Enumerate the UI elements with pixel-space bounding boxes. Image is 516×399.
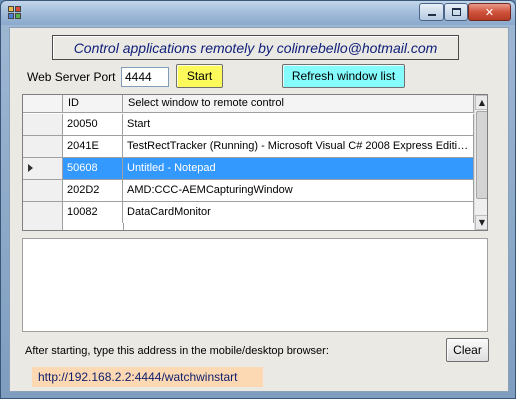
cell-window-title[interactable]: AMD:CCC-AEMCapturingWindow bbox=[123, 180, 474, 201]
address-hint-label: After starting, type this address in the… bbox=[25, 345, 329, 357]
port-label: Web Server Port bbox=[27, 70, 116, 84]
maximize-button[interactable] bbox=[444, 3, 468, 21]
log-textbox[interactable] bbox=[22, 238, 488, 332]
start-button[interactable]: Start bbox=[176, 64, 223, 88]
arrow-down-icon: ▼ bbox=[478, 218, 486, 227]
close-button[interactable]: ✕ bbox=[468, 3, 511, 21]
table-row-partial[interactable] bbox=[23, 223, 474, 230]
main-window: ✕ Control applications remotely by colin… bbox=[0, 0, 516, 399]
blurred-background-menu bbox=[37, 7, 397, 21]
vertical-scrollbar[interactable]: ▲ ▼ bbox=[474, 95, 487, 230]
table-row[interactable]: 202D2 AMD:CCC-AEMCapturingWindow bbox=[23, 180, 474, 202]
clear-button[interactable]: Clear bbox=[446, 338, 489, 362]
column-header-window[interactable]: Select window to remote control bbox=[123, 95, 474, 113]
arrow-up-icon: ▲ bbox=[478, 98, 486, 107]
window-list-grid[interactable]: ID Select window to remote control 20050… bbox=[22, 94, 488, 231]
cell-id[interactable]: 10082 bbox=[63, 202, 123, 223]
row-header-corner bbox=[23, 95, 63, 113]
minimize-button[interactable] bbox=[419, 3, 444, 21]
cell-window-title[interactable]: Untitled - Notepad bbox=[123, 158, 474, 179]
column-header-id[interactable]: ID bbox=[63, 95, 123, 113]
cell-window-title[interactable]: Start bbox=[123, 114, 474, 135]
maximize-icon bbox=[451, 8, 461, 16]
client-area: Control applications remotely by colinre… bbox=[9, 27, 509, 392]
server-url-label: http://192.168.2.2:4444/watchwinstart bbox=[32, 367, 263, 387]
cell-id[interactable]: 50608 bbox=[63, 158, 123, 179]
port-input[interactable]: 4444 bbox=[121, 67, 169, 87]
cell-window-title[interactable]: DataCardMonitor bbox=[123, 202, 474, 223]
grid-header: ID Select window to remote control bbox=[23, 95, 474, 113]
title-bar[interactable]: ✕ bbox=[1, 1, 515, 25]
scroll-down-button[interactable]: ▼ bbox=[475, 215, 487, 230]
scroll-up-button[interactable]: ▲ bbox=[475, 95, 487, 110]
row-header[interactable] bbox=[23, 158, 63, 179]
row-header[interactable] bbox=[23, 136, 63, 157]
app-icon bbox=[8, 6, 22, 20]
cell-id[interactable]: 202D2 bbox=[63, 180, 123, 201]
row-header[interactable] bbox=[23, 202, 63, 223]
table-row[interactable]: 20050 Start bbox=[23, 114, 474, 136]
banner-title: Control applications remotely by colinre… bbox=[52, 35, 459, 60]
cell-window-title[interactable]: TestRectTracker (Running) - Microsoft Vi… bbox=[123, 136, 474, 157]
refresh-window-list-button[interactable]: Refresh window list bbox=[282, 64, 405, 88]
close-icon: ✕ bbox=[484, 5, 495, 19]
minimize-icon bbox=[427, 14, 436, 16]
cell-id[interactable]: 20050 bbox=[63, 114, 123, 135]
scroll-thumb[interactable] bbox=[476, 111, 487, 199]
table-row[interactable]: 10082 DataCardMonitor bbox=[23, 202, 474, 224]
cell-id[interactable]: 2041E bbox=[63, 136, 123, 157]
current-row-arrow-icon bbox=[28, 164, 33, 172]
table-row[interactable]: 2041E TestRectTracker (Running) - Micros… bbox=[23, 136, 474, 158]
row-header[interactable] bbox=[23, 114, 63, 135]
table-row-selected[interactable]: 50608 Untitled - Notepad bbox=[23, 158, 474, 180]
row-header[interactable] bbox=[23, 180, 63, 201]
